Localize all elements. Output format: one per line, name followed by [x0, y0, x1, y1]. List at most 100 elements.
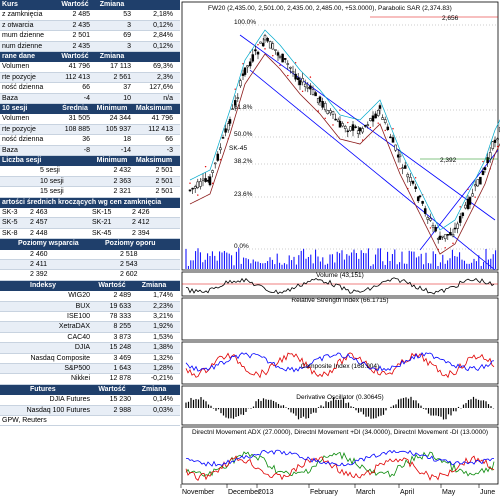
- row-value: 2 489: [113, 292, 131, 300]
- sar-dot: [452, 242, 454, 245]
- candle-body: [193, 186, 197, 189]
- column-header: Poziomy wsparcia: [18, 240, 79, 248]
- candle-body: [256, 51, 260, 55]
- row-value: 2 501: [155, 177, 173, 185]
- candle-body: [211, 170, 214, 173]
- row-label: ność dzienna: [2, 136, 44, 144]
- row-value: 0,12%: [153, 42, 173, 50]
- price-label-red: 2,656: [442, 15, 459, 22]
- candle-body: [481, 171, 485, 175]
- column-header: Wartość: [98, 281, 126, 289]
- candle-body: [311, 89, 315, 95]
- candle-body: [493, 139, 497, 143]
- x-axis-label: February: [310, 489, 339, 496]
- row-value: 78 333: [109, 313, 131, 320]
- sar-dot: [459, 206, 461, 208]
- candle-body: [314, 92, 317, 97]
- resistance-level: 2 518: [120, 250, 138, 258]
- row-value: 41 796: [68, 63, 90, 71]
- section4-header: Liczba sesji Minimum Maksimum: [0, 156, 180, 167]
- candle-body: [291, 70, 295, 74]
- column-header: Wartość: [61, 1, 89, 8]
- candle-body: [188, 189, 192, 192]
- fib-level-label: 23.6%: [234, 191, 253, 198]
- candle-body: [323, 103, 327, 111]
- ma-value: 2 412: [132, 219, 150, 227]
- column-header: Indeksy: [30, 281, 57, 289]
- candle-body: [346, 130, 350, 133]
- row-value: 127,6%: [149, 84, 173, 92]
- candle-body: [363, 125, 367, 127]
- sar-dot: [234, 88, 236, 90]
- table-row: z zamknięcia 2 485 53 2,18%: [0, 10, 180, 21]
- row-value: 8 255: [113, 323, 131, 331]
- sar-dot: [384, 129, 386, 132]
- candle-body: [449, 232, 452, 236]
- table-row: Nasdaq Composite 3 469 1,32%: [0, 353, 180, 364]
- candle-body: [466, 198, 470, 210]
- candle-body: [349, 126, 352, 131]
- candle-body: [276, 52, 280, 56]
- candle-body: [283, 58, 287, 60]
- candle-body: [409, 176, 412, 183]
- row-value: 24 344: [109, 115, 131, 123]
- column-header: Minimum: [96, 105, 128, 112]
- candle-body: [426, 217, 430, 220]
- sar-dot: [369, 126, 372, 129]
- candle-body: [406, 174, 410, 178]
- table-row: ISE100 78 333 3,21%: [0, 312, 180, 323]
- candle-body: [201, 178, 205, 181]
- row-value: 3: [127, 42, 131, 50]
- candle-body: [361, 128, 364, 133]
- quote-table-panel: Kurs Wartość Zmiana z zamknięcia 2 485 53 2,18…: [0, 0, 180, 500]
- table-row: Baza -8 -14 -3: [0, 145, 180, 156]
- candle-body: [248, 61, 252, 67]
- candle-body: [268, 41, 272, 49]
- row-value: -14: [120, 146, 131, 154]
- sar-dot: [467, 188, 469, 191]
- candle-body: [219, 147, 222, 151]
- row-value: 17 113: [110, 63, 131, 71]
- candle-body: [416, 196, 420, 202]
- price-chart: 2,656 2,392 SK-45 FW20 (2,435.00, 2,501.00…: [180, 0, 500, 500]
- candle-body: [289, 66, 292, 69]
- section8-header: Futures Wartość Zmiana: [0, 384, 180, 396]
- candle-body: [356, 130, 360, 135]
- row-label: Baza: [2, 146, 18, 154]
- row-value: 36: [82, 136, 90, 144]
- candle-body: [303, 83, 307, 87]
- candle-body: [236, 97, 240, 99]
- row-label: Baza: [2, 94, 18, 102]
- candle-body: [369, 118, 372, 121]
- candle-body: [286, 63, 290, 65]
- candle-body: [458, 216, 462, 223]
- candle-body: [296, 77, 300, 81]
- candle-body: [329, 110, 332, 114]
- row-value: 2,84%: [153, 32, 173, 40]
- row-value: 2 435: [72, 42, 90, 50]
- candle-body: [318, 96, 322, 102]
- candle-body: [431, 225, 435, 228]
- table-row: BUX 19 633 2,23%: [0, 301, 180, 312]
- column-header: Zmiana: [141, 385, 167, 393]
- table-row: SK-5 2 457 SK-21 2 412: [0, 218, 180, 229]
- sar-dot: [204, 165, 207, 168]
- row-value: 112 413: [148, 125, 173, 133]
- candle-body: [301, 78, 304, 83]
- source-footer: GPW, Reuters: [2, 417, 47, 424]
- candle-body: [294, 73, 297, 80]
- candle-body: [403, 165, 407, 169]
- candle-body: [486, 157, 489, 164]
- candle-body: [246, 65, 249, 68]
- candle-body: [343, 125, 347, 129]
- x-axis-label: November: [182, 489, 215, 496]
- candle-body: [394, 144, 397, 151]
- row-label: Nasdaq Composite: [30, 354, 90, 362]
- row-label: Volumen: [2, 63, 30, 71]
- section3-header: 10 sesji Średnia Minimum Maksimum: [0, 104, 180, 115]
- candle-body: [414, 186, 417, 190]
- row-value: 2 432: [113, 167, 131, 175]
- row-value: 2 321: [113, 188, 131, 196]
- ma-value: 2 457: [30, 219, 48, 227]
- candle-body: [483, 167, 487, 170]
